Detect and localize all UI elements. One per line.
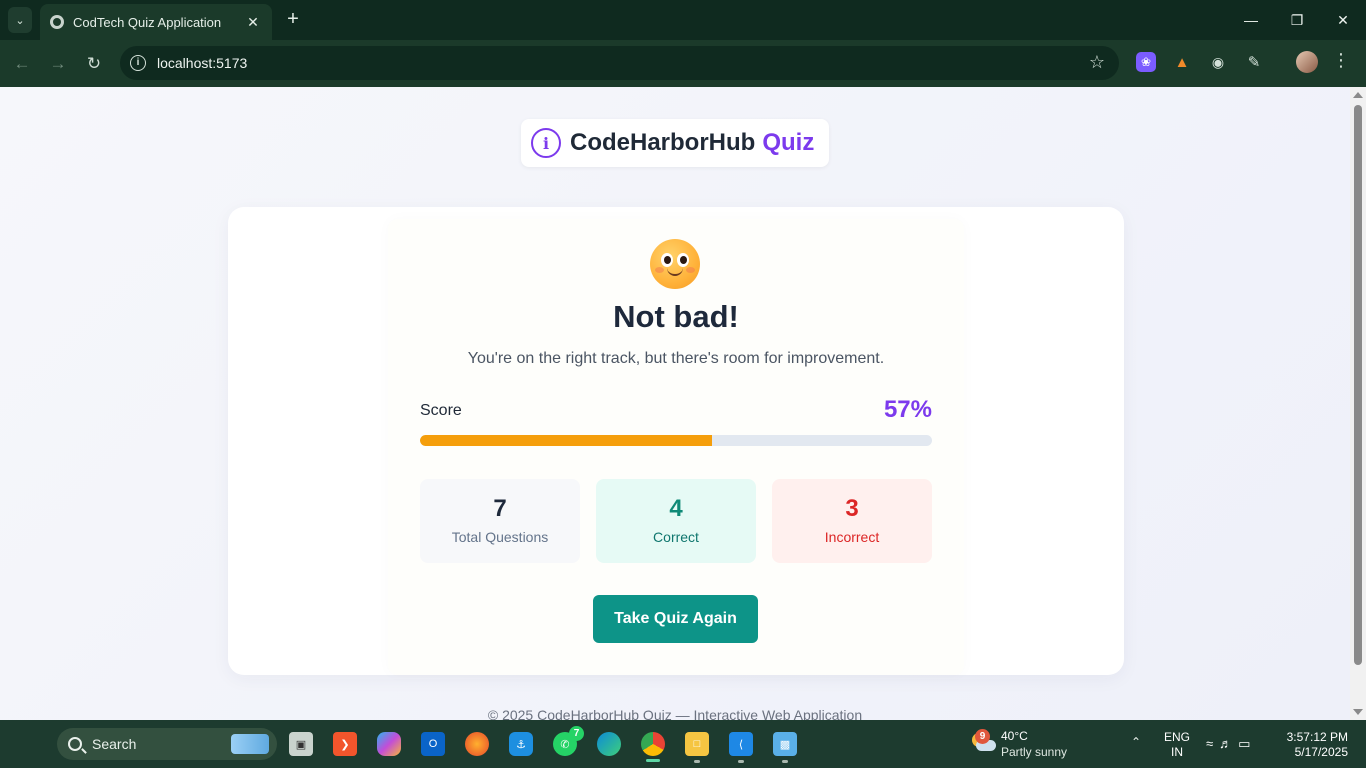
edge-icon[interactable] xyxy=(597,732,621,756)
search-label: Search xyxy=(92,736,137,752)
stat-correct: 4 Correct xyxy=(596,479,756,563)
system-clock[interactable]: 3:57:12 PM 5/17/2025 xyxy=(1272,730,1348,760)
weather-temperature: 40°C xyxy=(1001,729,1028,743)
whatsapp-icon[interactable]: ✆ 7 xyxy=(553,726,584,756)
score-label: Score xyxy=(420,402,462,419)
language-region: IN xyxy=(1171,745,1183,759)
copilot-icon[interactable] xyxy=(377,732,401,756)
search-highlight-icon xyxy=(231,734,269,754)
browser-tab-bar: ⌄ CodTech Quiz Application ✕ + — ❐ ✕ xyxy=(0,0,1366,40)
result-title: Not bad! xyxy=(613,299,739,334)
restore-icon[interactable]: ❐ xyxy=(1274,0,1320,40)
page-viewport: i CodeHarborHub Quiz Not bad! You're on … xyxy=(0,87,1350,720)
taskbar-search[interactable]: Search xyxy=(57,728,277,760)
explorer-running-indicator xyxy=(694,760,700,763)
partly-sunny-icon: 9 xyxy=(970,729,996,753)
app-orange-icon[interactable]: ❯ xyxy=(333,732,357,756)
scroll-down-arrow-icon[interactable] xyxy=(1353,709,1363,715)
reload-icon[interactable]: ↻ xyxy=(82,52,106,76)
search-icon xyxy=(68,737,82,751)
windows-start-icon[interactable] xyxy=(20,732,44,756)
url-text[interactable]: localhost:5173 xyxy=(157,55,247,71)
chrome-active-indicator xyxy=(646,759,660,762)
tab-search-chevron-icon[interactable]: ⌄ xyxy=(8,7,32,33)
profile-avatar[interactable] xyxy=(1296,51,1318,73)
extensions-puzzle-icon[interactable]: ✎ xyxy=(1244,52,1264,72)
rdp-running-indicator xyxy=(782,760,788,763)
score-progress-bar xyxy=(420,435,932,446)
vscode-running-indicator xyxy=(738,760,744,763)
take-quiz-again-button[interactable]: Take Quiz Again xyxy=(593,595,758,643)
site-info-icon[interactable]: i xyxy=(130,55,146,71)
stat-total-value: 7 xyxy=(493,495,507,522)
remote-desktop-icon[interactable]: ▩ xyxy=(773,732,797,756)
window-controls: — ❐ ✕ xyxy=(1228,0,1366,40)
stat-incorrect-value: 3 xyxy=(845,495,859,522)
back-arrow-icon[interactable]: ← xyxy=(10,52,34,76)
bookmark-star-icon[interactable]: ☆ xyxy=(1089,52,1105,73)
brand-header: i CodeHarborHub Quiz xyxy=(521,119,829,167)
tab-close-icon[interactable]: ✕ xyxy=(244,14,262,31)
whatsapp-badge: 7 xyxy=(569,726,584,741)
stat-correct-value: 4 xyxy=(669,495,683,522)
browser-toolbar: ← → ↻ i localhost:5173 ☆ xyxy=(0,40,1366,87)
browser-menu-icon[interactable]: ⋮ xyxy=(1332,50,1350,71)
page-footer: © 2025 CodeHarborHub Quiz — Interactive … xyxy=(487,707,863,720)
language-indicator[interactable]: ENG IN xyxy=(1160,730,1194,760)
stat-incorrect: 3 Incorrect xyxy=(772,479,932,563)
docker-icon[interactable]: ⚓ xyxy=(509,732,533,756)
scroll-thumb[interactable] xyxy=(1354,105,1362,665)
tab-title: CodTech Quiz Application xyxy=(73,14,222,30)
globe-icon xyxy=(50,15,64,29)
clock-date: 5/17/2025 xyxy=(1294,745,1348,759)
extension-purple-icon[interactable]: ❀ xyxy=(1136,52,1156,72)
system-tray-icons[interactable]: ≈♬▭ xyxy=(1206,736,1256,752)
camera-extension-icon[interactable]: ◉ xyxy=(1208,52,1228,72)
stat-total-label: Total Questions xyxy=(451,529,549,545)
brand-name: CodeHarborHub xyxy=(570,129,756,156)
stat-total-questions: 7 Total Questions xyxy=(420,479,580,563)
wifi-icon[interactable]: ≈ xyxy=(1206,736,1219,751)
outlook-icon[interactable]: O xyxy=(421,732,445,756)
minimize-icon[interactable]: — xyxy=(1228,0,1274,40)
language-code: ENG xyxy=(1163,730,1190,744)
vscode-icon[interactable]: ⟨ xyxy=(729,732,753,756)
clock-time: 3:57:12 PM xyxy=(1286,730,1348,744)
quiz-card: Not bad! You're on the right track, but … xyxy=(228,207,1124,675)
address-bar[interactable]: i localhost:5173 ☆ xyxy=(120,46,1119,80)
info-icon: i xyxy=(531,128,561,158)
page-scrollbar[interactable] xyxy=(1350,87,1366,720)
brand-accent: Quiz xyxy=(762,129,815,156)
scroll-up-arrow-icon[interactable] xyxy=(1353,92,1363,98)
stat-incorrect-label: Incorrect xyxy=(824,529,880,545)
forward-arrow-icon[interactable]: → xyxy=(46,52,70,76)
window-close-icon[interactable]: ✕ xyxy=(1320,0,1366,40)
chrome-icon[interactable] xyxy=(641,732,665,756)
file-explorer-icon[interactable]: □ xyxy=(685,732,709,756)
weather-badge: 9 xyxy=(975,729,990,744)
weather-widget[interactable]: 9 40°C Partly sunny xyxy=(970,727,1080,761)
browser-tab[interactable]: CodTech Quiz Application ✕ xyxy=(40,4,272,40)
smiling-face-emoji-icon xyxy=(650,239,700,289)
task-view-icon[interactable]: ▣ xyxy=(289,732,313,756)
score-percentage: 57% xyxy=(883,396,932,423)
firefox-icon[interactable] xyxy=(465,732,489,756)
result-subtitle: You're on the right track, but there's r… xyxy=(467,350,885,367)
weather-description: Partly sunny xyxy=(1001,745,1068,759)
stat-correct-label: Correct xyxy=(653,529,699,545)
new-tab-plus-icon[interactable]: + xyxy=(282,8,304,30)
score-progress-fill xyxy=(420,435,712,446)
result-panel: Not bad! You're on the right track, but … xyxy=(388,219,964,675)
metamask-fox-icon[interactable]: ▲ xyxy=(1172,52,1192,72)
volume-icon[interactable]: ♬ xyxy=(1219,736,1238,751)
tray-overflow-chevron-icon[interactable]: ⌃ xyxy=(1131,735,1141,749)
battery-icon[interactable]: ▭ xyxy=(1238,736,1256,751)
